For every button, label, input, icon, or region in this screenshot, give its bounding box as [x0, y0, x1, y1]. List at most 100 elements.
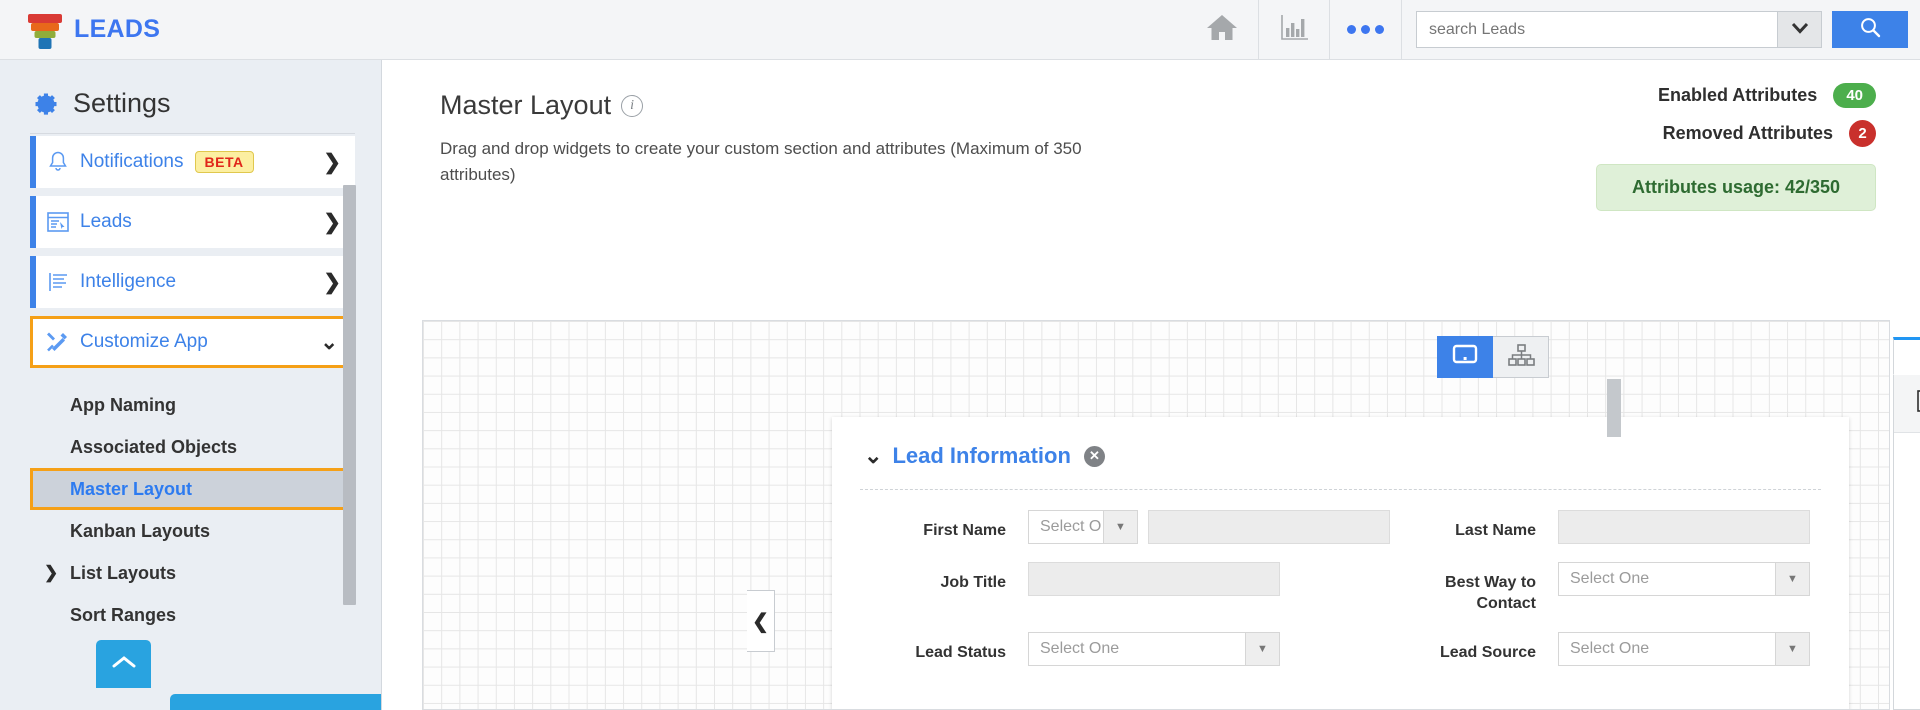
- chevron-right-icon: ❯: [44, 563, 59, 582]
- sidebar-item-notifications[interactable]: Notifications BETA ❯: [30, 136, 355, 188]
- lead-source-select[interactable]: Select One ▼: [1558, 632, 1810, 666]
- last-name-input[interactable]: [1558, 510, 1810, 544]
- removed-attributes-label: Removed Attributes: [1662, 122, 1833, 143]
- more-dots-icon: [1347, 25, 1384, 34]
- page-title-text: Master Layout: [440, 90, 612, 120]
- chevron-right-icon: ❯: [323, 150, 341, 174]
- search-input[interactable]: [1416, 11, 1778, 48]
- app-root: LEADS search Leads Settings Notification…: [0, 0, 1920, 710]
- field-lead-status: Lead Status Select One ▼: [860, 632, 1390, 666]
- sidebar-item-leads[interactable]: Leads ❯: [30, 196, 355, 248]
- desktop-view-toggle[interactable]: [1437, 336, 1493, 378]
- bottom-bar: [170, 694, 381, 710]
- sections-icon: [1916, 388, 1920, 419]
- caret-down-icon: ▼: [1775, 563, 1809, 595]
- search-button[interactable]: [1832, 11, 1908, 48]
- enabled-attributes-row: Enabled Attributes 40: [1546, 76, 1876, 114]
- select-value: Select One: [1570, 570, 1650, 587]
- sidebar-item-label: Intelligence: [80, 271, 177, 292]
- layout-canvas[interactable]: ⌄ Lead Information ✕ First Name Select O…: [422, 320, 1890, 710]
- settings-title: Settings: [73, 88, 171, 118]
- top-bar: LEADS: [0, 0, 1920, 60]
- tab-palette[interactable]: Palette: [1893, 337, 1920, 375]
- document-lines-icon: [36, 271, 80, 293]
- field-label: Best Way to Contact: [1445, 574, 1536, 612]
- sections-accordion-header[interactable]: Sections ⌄: [1894, 375, 1920, 433]
- chevron-down-icon: ⌄: [864, 443, 883, 468]
- sidebar-item-label: Leads: [80, 211, 132, 232]
- sidebar-scrollbar[interactable]: [343, 185, 356, 605]
- palette-panel: Palette Inspector Revisions Sections: [1893, 337, 1920, 710]
- sidebar-item-kanban-layouts[interactable]: Kanban Layouts: [30, 510, 355, 552]
- sidebar-item-associated-objects[interactable]: Associated Objects: [30, 426, 355, 468]
- home-button[interactable]: [1186, 0, 1258, 60]
- sidebar-sub-label: List Layouts: [70, 562, 177, 583]
- sidebar-item-master-layout[interactable]: Master Layout: [30, 468, 355, 510]
- chevron-up-icon: [111, 654, 137, 675]
- sidebar-item-list-layouts[interactable]: ❯ List Layouts: [30, 552, 355, 594]
- form-window-icon: [36, 211, 80, 233]
- palette-widget-grid: One Column: [1894, 433, 1920, 709]
- first-name-input[interactable]: [1148, 510, 1390, 544]
- fields-grid: First Name Select O ▼ Last Name Job Titl…: [832, 490, 1849, 666]
- chevron-right-icon: ❯: [323, 270, 341, 294]
- chevron-down-icon: ⌄: [320, 330, 338, 354]
- best-way-to-contact-select[interactable]: Select One ▼: [1558, 562, 1810, 596]
- home-icon: [1205, 12, 1239, 47]
- removed-attributes-row: Removed Attributes 2: [1546, 114, 1876, 152]
- bell-icon: [36, 150, 80, 174]
- field-label: Lead Status: [915, 644, 1006, 661]
- sidebar-item-label: Notifications: [80, 151, 184, 172]
- scroll-to-top-button[interactable]: [96, 640, 151, 688]
- bar-chart-icon: [1279, 12, 1309, 47]
- brand[interactable]: LEADS: [0, 12, 161, 49]
- sidebar-item-customize-app[interactable]: Customize App ⌄: [30, 316, 355, 368]
- caret-down-icon: ▼: [1775, 633, 1809, 665]
- first-name-prefix-select[interactable]: Select O ▼: [1028, 510, 1138, 544]
- palette-tabs: Palette Inspector Revisions: [1893, 337, 1920, 375]
- chevron-right-icon: ❯: [323, 210, 341, 234]
- main-content: Master Layout i Drag and drop widgets to…: [382, 60, 1920, 710]
- chevron-down-icon: [1791, 21, 1809, 39]
- tools-icon: [33, 330, 80, 354]
- sidebar-sub-label: App Naming: [70, 394, 176, 415]
- job-title-input[interactable]: [1028, 562, 1280, 596]
- caret-down-icon: ▼: [1245, 633, 1279, 665]
- attributes-panel: Enabled Attributes 40 Removed Attributes…: [1546, 76, 1876, 211]
- sidebar-sub-label: Associated Objects: [70, 436, 238, 457]
- reports-button[interactable]: [1258, 0, 1330, 60]
- field-label: Job Title: [940, 574, 1007, 591]
- sidebar-item-sort-ranges[interactable]: Sort Ranges: [30, 594, 355, 636]
- lead-status-select[interactable]: Select One ▼: [1028, 632, 1280, 666]
- page-title: Master Layout i: [440, 90, 644, 121]
- desktop-icon: [1451, 343, 1479, 372]
- sidebar-sub-label: Sort Ranges: [70, 604, 177, 625]
- search-scope-dropdown[interactable]: [1778, 11, 1822, 48]
- sidebar-item-intelligence[interactable]: Intelligence ❯: [30, 256, 355, 308]
- more-button[interactable]: [1330, 0, 1402, 60]
- sitemap-view-toggle[interactable]: [1493, 336, 1549, 378]
- settings-header: Settings: [0, 60, 381, 133]
- panel-collapse-button[interactable]: ❮: [747, 590, 775, 652]
- field-label: Lead Source: [1439, 644, 1536, 661]
- top-actions: [1186, 0, 1920, 60]
- section-header[interactable]: ⌄ Lead Information ✕: [832, 417, 1849, 469]
- palette-body: Sections ⌄: [1893, 375, 1920, 710]
- info-icon[interactable]: i: [621, 94, 644, 117]
- sidebar-sub-label: Kanban Layouts: [70, 520, 211, 541]
- search-area: [1416, 11, 1908, 48]
- sidebar-sublist: App Naming Associated Objects Master Lay…: [0, 376, 381, 636]
- field-best-way-to-contact: Best Way to Contact Select One ▼: [1390, 562, 1821, 614]
- caret-down-icon: ▼: [1103, 511, 1137, 543]
- select-value: Select One: [1570, 640, 1650, 657]
- chevron-left-icon: ❮: [752, 610, 769, 633]
- funnel-icon: [28, 12, 62, 49]
- close-x-icon[interactable]: ✕: [1083, 445, 1105, 467]
- field-job-title: Job Title: [860, 562, 1390, 614]
- canvas-scrollbar[interactable]: [1607, 379, 1621, 437]
- page-description: Drag and drop widgets to create your cus…: [440, 139, 1082, 184]
- sidebar-sub-label: Master Layout: [70, 478, 193, 499]
- brand-title: LEADS: [74, 15, 161, 43]
- field-controls: Select O ▼: [1028, 510, 1390, 544]
- sidebar-item-app-naming[interactable]: App Naming: [30, 384, 355, 426]
